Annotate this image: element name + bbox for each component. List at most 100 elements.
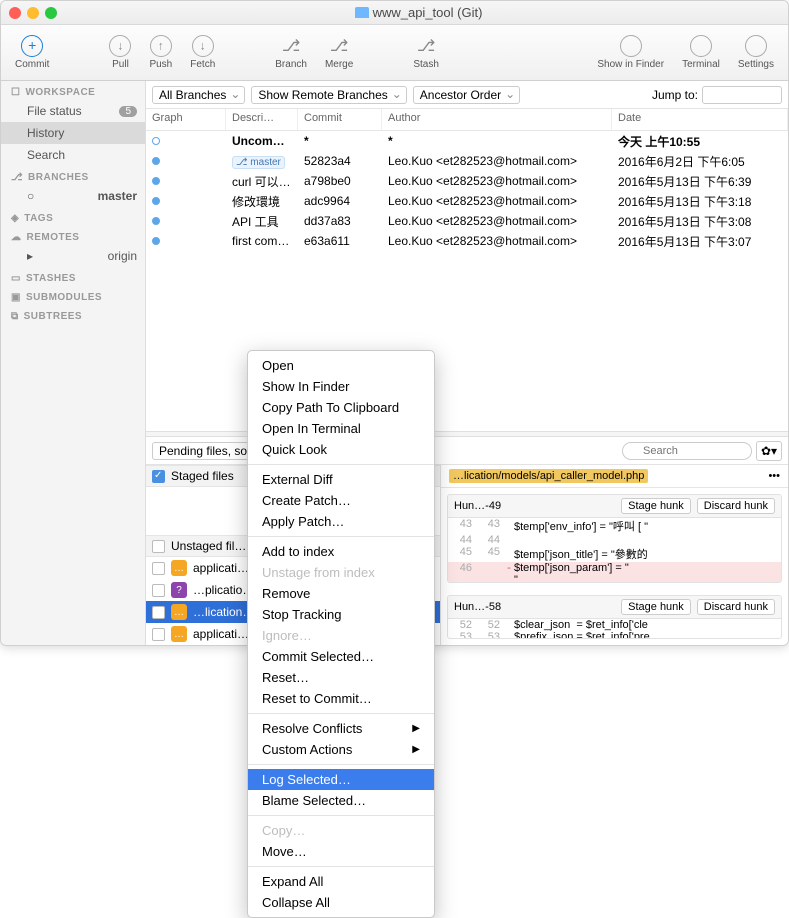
finder-icon [620,35,642,57]
diff-line[interactable]: 46-$temp['json_param'] = "" [448,562,781,583]
menu-apply-patch[interactable]: Apply Patch… [248,511,434,532]
jump-input[interactable] [702,86,782,104]
file-checkbox[interactable] [152,584,165,597]
stash-button[interactable]: Stash [405,31,447,74]
menu-expand-all[interactable]: Expand All [248,871,434,892]
menu-quick-look[interactable]: Quick Look [248,439,434,460]
menu-reset[interactable]: Reset… [248,667,434,688]
branches-section: ⎇ BRANCHES [1,166,145,185]
push-button[interactable]: Push [141,31,180,74]
minimize-button[interactable] [27,7,39,19]
col-author[interactable]: Author [382,109,612,130]
file-name: applicati… [193,627,249,641]
file-status-icon: ? [171,582,187,598]
filter-bar: All Branches Show Remote Branches Ancest… [146,81,788,109]
context-menu: Open Show In Finder Copy Path To Clipboa… [247,350,435,918]
commit-button[interactable]: Commit [7,31,57,74]
diff-line[interactable]: 5252$clear_json = $ret_info['cle [448,619,781,631]
tags-section: ◈ TAGS [1,207,145,226]
settings-button[interactable]: Settings [730,31,782,74]
merge-button[interactable]: Merge [317,31,361,74]
gear-icon [745,35,767,57]
file-checkbox[interactable] [152,562,165,575]
commit-row[interactable]: ⎇ master52823a4Leo.Kuo <et282523@hotmail… [146,151,788,171]
discard-hunk-2[interactable]: Discard hunk [697,599,775,615]
sidebar-search[interactable]: Search [1,144,145,166]
diff-more-button[interactable]: ••• [768,470,780,482]
sidebar-origin[interactable]: ▸ origin [1,245,145,267]
file-status-icon: … [171,604,187,620]
menu-remove[interactable]: Remove [248,583,434,604]
terminal-button[interactable]: Terminal [674,31,728,74]
hunk-1: Hun…-49 Stage hunk Discard hunk 4343$tem… [447,494,782,583]
settings-menu-button[interactable]: ✿▾ [756,441,782,461]
col-date[interactable]: Date [612,109,788,130]
menu-open[interactable]: Open [248,355,434,376]
stashes-section: ▭ STASHES [1,267,145,286]
stage-hunk-1[interactable]: Stage hunk [621,498,691,514]
show-finder-button[interactable]: Show in Finder [589,31,672,74]
unstaged-checkbox[interactable] [152,540,165,553]
fetch-button[interactable]: Fetch [182,31,223,74]
col-commit[interactable]: Commit [298,109,382,130]
menu-copy-path[interactable]: Copy Path To Clipboard [248,397,434,418]
menu-create-patch[interactable]: Create Patch… [248,490,434,511]
branch-button[interactable]: Branch [267,31,315,74]
stage-hunk-2[interactable]: Stage hunk [621,599,691,615]
order-filter[interactable]: Ancestor Order [413,86,520,104]
col-desc[interactable]: Descri… [226,109,298,130]
file-status-icon: … [171,626,187,642]
remotes-section: ☁ REMOTES [1,226,145,245]
menu-unstage: Unstage from index [248,562,434,583]
hunk-2: Hun…-58 Stage hunk Discard hunk 5252$cle… [447,595,782,639]
menu-show-finder[interactable]: Show In Finder [248,376,434,397]
branch-filter[interactable]: All Branches [152,86,245,104]
file-name: …lication… [193,605,254,619]
sidebar-file-status[interactable]: File status5 [1,100,145,122]
menu-move[interactable]: Move… [248,841,434,862]
menu-blame-selected[interactable]: Blame Selected… [248,790,434,811]
staged-checkbox[interactable] [152,470,165,483]
menu-stop-tracking[interactable]: Stop Tracking [248,604,434,625]
commit-row[interactable]: API 工具dd37a83Leo.Kuo <et282523@hotmail.c… [146,211,788,231]
diff-line[interactable]: 4444 [448,534,781,546]
diff-line[interactable]: 5353$prefix_json = $ret_info['pre [448,631,781,639]
sidebar-history[interactable]: History [1,122,145,144]
menu-external-diff[interactable]: External Diff [248,469,434,490]
stash-icon [415,35,437,57]
fetch-icon [192,35,214,57]
traffic-lights [9,7,57,19]
discard-hunk-1[interactable]: Discard hunk [697,498,775,514]
file-search-input[interactable] [622,442,752,460]
menu-collapse-all[interactable]: Collapse All [248,892,434,913]
sidebar: ☐ WORKSPACE File status5 History Search … [1,81,146,645]
commit-row[interactable]: 修改環境adc9964Leo.Kuo <et282523@hotmail.com… [146,191,788,211]
menu-log-selected[interactable]: Log Selected… [248,769,434,790]
diff-line[interactable]: 4343$temp['env_info'] = "呼叫 [ " [448,518,781,534]
menu-resolve-conflicts[interactable]: Resolve Conflicts▶ [248,718,434,739]
menu-open-terminal[interactable]: Open In Terminal [248,418,434,439]
folder-icon [355,7,369,18]
col-graph[interactable]: Graph [146,109,226,130]
file-name: …plicatio… [193,583,254,597]
pull-button[interactable]: Pull [101,31,139,74]
commit-list: Uncom…**今天 上午10:55⎇ master52823a4Leo.Kuo… [146,131,788,251]
menu-custom-actions[interactable]: Custom Actions▶ [248,739,434,760]
zoom-button[interactable] [45,7,57,19]
jump-label: Jump to: [652,88,698,102]
up-icon [150,35,172,57]
merge-icon [328,35,350,57]
menu-add-index[interactable]: Add to index [248,541,434,562]
file-checkbox[interactable] [152,628,165,641]
close-button[interactable] [9,7,21,19]
commit-row[interactable]: Uncom…**今天 上午10:55 [146,131,788,151]
chevron-right-icon: ▶ [412,744,420,755]
menu-commit-selected[interactable]: Commit Selected… [248,646,434,667]
menu-reset-commit[interactable]: Reset to Commit… [248,688,434,709]
remote-filter[interactable]: Show Remote Branches [251,86,406,104]
diff-line[interactable]: 4545$temp['json_title'] = "參數的 [448,546,781,562]
sidebar-master[interactable]: ○ master [1,185,145,207]
commit-row[interactable]: first com…e63a611Leo.Kuo <et282523@hotma… [146,231,788,251]
file-checkbox[interactable] [152,606,165,619]
commit-row[interactable]: curl 可以…a798be0Leo.Kuo <et282523@hotmail… [146,171,788,191]
